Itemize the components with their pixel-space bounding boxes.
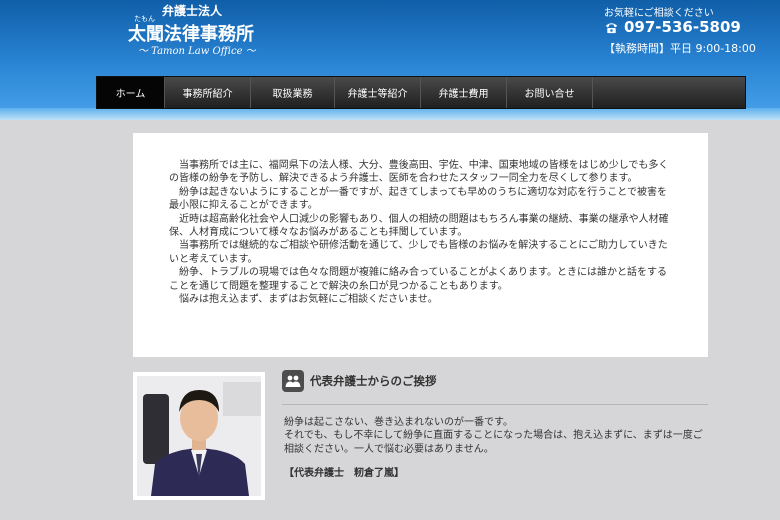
greeting-signature: 【代表弁護士 籾倉了嵐】	[284, 468, 404, 479]
intro-paragraph: 当事務所では主に、福岡県下の法人様、大分、豊後高田、宇佐、中津、国東地域の皆様を…	[169, 160, 669, 185]
intro-paragraph: 当事務所では継続的なご相談や研修活動を通じて、少しでも皆様のお悩みを解決すること…	[169, 240, 668, 265]
people-glyph	[285, 375, 301, 387]
phone-link[interactable]: 097-536-5809	[604, 18, 741, 36]
greeting-line: それでも、もし不幸にして紛争に直面することになった場合は、抱え込まずに、まずは一…	[284, 430, 703, 455]
intro-paragraph: 悩みは抱え込まず、まずはお気軽にご相談くださいませ。	[179, 294, 438, 306]
phone-number: 097-536-5809	[624, 18, 741, 36]
greeting-body: 紛争は起こさない、巻き込まれないのが一番です。 それでも、もし不幸にして紛争に直…	[284, 416, 708, 456]
people-icon	[282, 370, 304, 392]
header-contact: お気軽にご相談ください 097-536-5809 【執務時間】平日 9:00-1…	[604, 4, 756, 55]
nav-fees[interactable]: 弁護士費用	[421, 77, 507, 108]
nav-contact[interactable]: お問い合せ	[507, 77, 593, 108]
nav-practice-areas[interactable]: 取扱業務	[251, 77, 335, 108]
logo-org-type: 弁護士法人	[162, 4, 223, 18]
intro-panel: 当事務所では主に、福岡県下の法人様、大分、豊後高田、宇佐、中津、国東地域の皆様を…	[133, 133, 708, 357]
lawyer-portrait	[137, 376, 261, 496]
nav-lawyers[interactable]: 弁護士等紹介	[335, 77, 421, 108]
contact-label: お気軽にご相談ください	[604, 8, 714, 19]
greeting-title: 代表弁護士からのご挨拶	[310, 374, 437, 388]
header-fade	[0, 108, 780, 120]
business-hours: 【執務時間】平日 9:00-18:00	[604, 42, 756, 55]
main-nav: ホーム 事務所紹介 取扱業務 弁護士等紹介 弁護士費用 お問い合せ	[96, 76, 746, 109]
greeting-divider	[282, 404, 708, 405]
lawyer-photo	[137, 376, 261, 496]
logo-english-name: 〜 Tamon Law Office 〜	[138, 46, 256, 57]
nav-home[interactable]: ホーム	[97, 77, 165, 108]
nav-office[interactable]: 事務所紹介	[165, 77, 251, 108]
intro-paragraph: 紛争は起きないようにすることが一番ですが、起きてしまっても早めのうちに適切な対応…	[169, 186, 667, 212]
intro-paragraph: 紛争、トラブルの現場では色々な問題が複雑に絡み合っていることがよくあります。とき…	[169, 267, 667, 292]
greeting-line: 紛争は起こさない、巻き込まれないのが一番です。	[284, 417, 513, 428]
greeting-heading: 代表弁護士からのご挨拶	[282, 370, 437, 392]
phone-icon	[605, 22, 618, 33]
intro-paragraph: 近時は超高齢化社会や人口減少の影響もあり、個人の相続の問題はもちろん事業の継続、…	[169, 213, 669, 239]
lawyer-photo-frame	[133, 372, 265, 500]
